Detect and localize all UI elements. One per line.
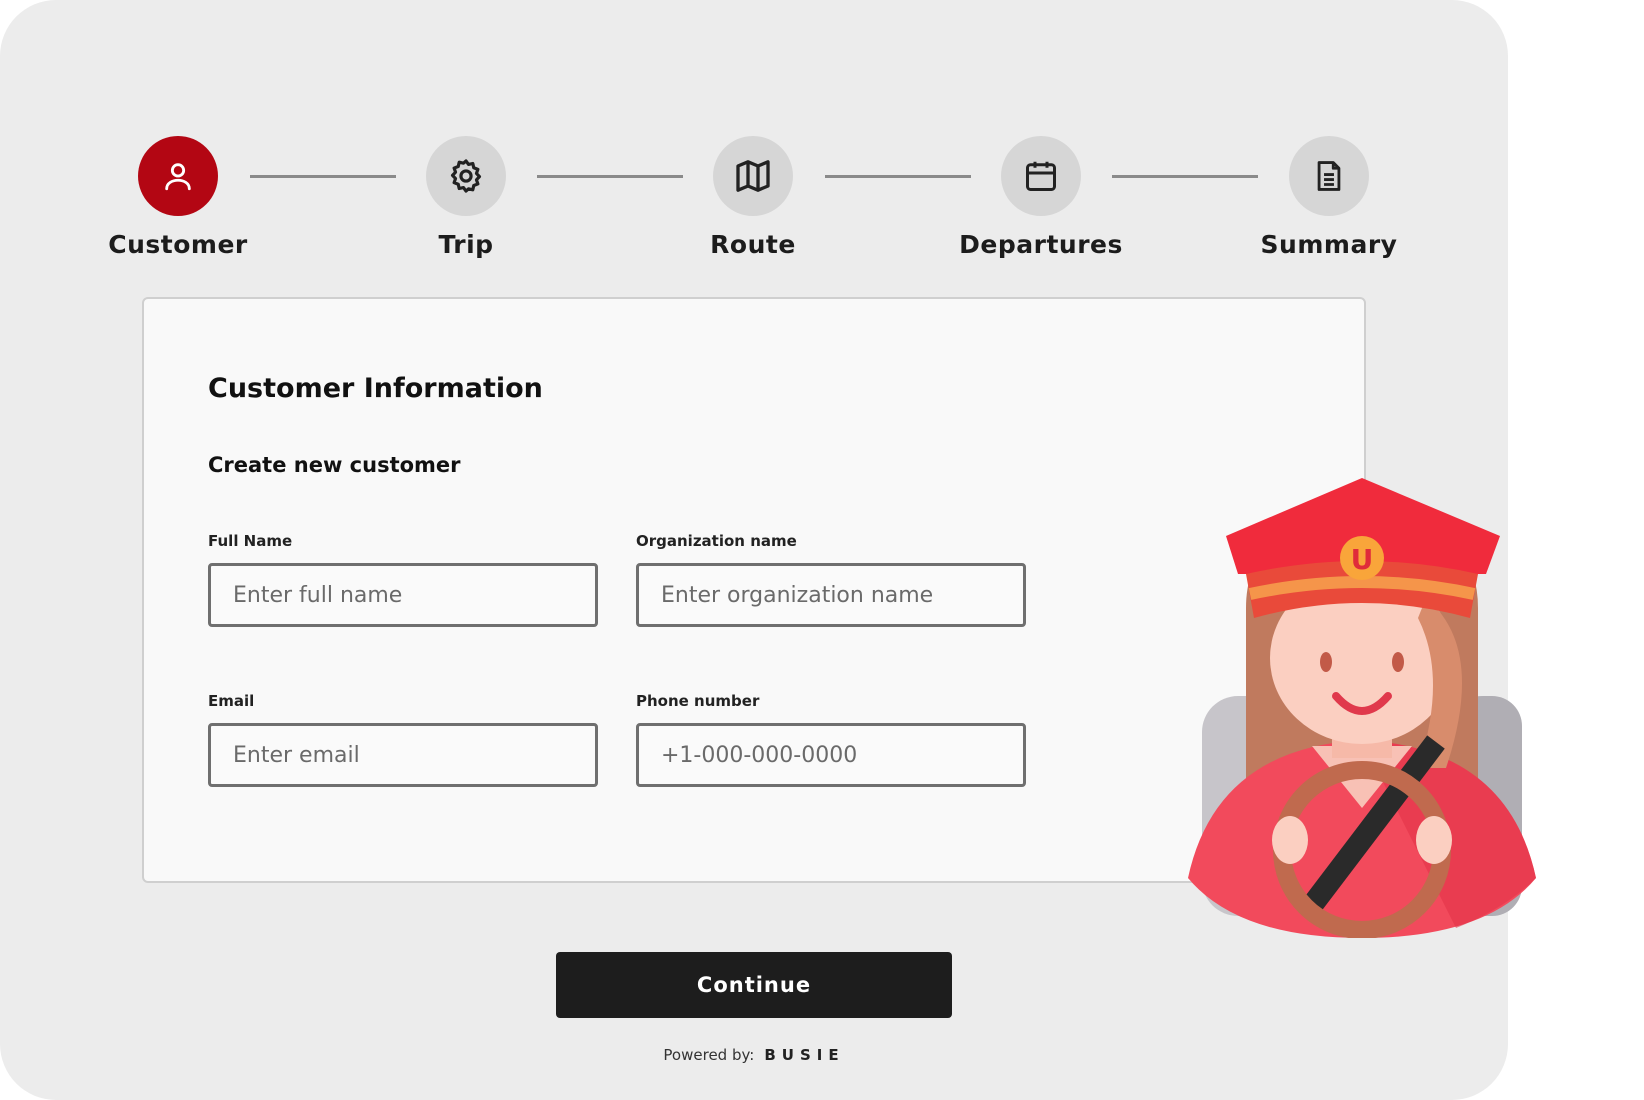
step-label: Customer [108,230,248,259]
step-circle [138,136,218,216]
powered-by-footer: Powered by: BUSIE [0,1046,1508,1064]
step-label: Departures [959,230,1123,259]
phone-number-input[interactable] [636,723,1026,787]
organization-name-input[interactable] [636,563,1026,627]
full-name-label: Full Name [208,532,293,550]
step-trip[interactable]: Trip [356,136,576,259]
form-subtitle: Create new customer [208,453,461,477]
document-icon [1317,161,1341,191]
calendar-icon [1026,161,1056,191]
gear-icon [450,159,482,193]
step-circle [1001,136,1081,216]
step-label: Trip [438,230,494,259]
step-circle [713,136,793,216]
bus-driver-illustration: U [1188,478,1536,938]
user-icon [165,163,191,191]
powered-by-text: Powered by: [663,1046,755,1064]
step-route[interactable]: Route [643,136,863,259]
customer-form-card: Customer Information Create new customer… [142,297,1366,883]
step-customer[interactable]: Customer [68,136,288,259]
full-name-input[interactable] [208,563,598,627]
svg-text:U: U [1351,543,1374,576]
map-icon [736,160,770,192]
form-title: Customer Information [208,373,543,404]
step-departures[interactable]: Departures [931,136,1151,259]
step-label: Summary [1260,230,1398,259]
busie-logo: BUSIE [764,1046,845,1064]
step-circle [1289,136,1369,216]
phone-number-label: Phone number [636,692,760,710]
step-circle [426,136,506,216]
continue-button[interactable]: Continue [556,952,952,1018]
email-input[interactable] [208,723,598,787]
organization-name-label: Organization name [636,532,797,550]
step-summary[interactable]: Summary [1219,136,1439,259]
step-label: Route [710,230,796,259]
email-label: Email [208,692,255,710]
